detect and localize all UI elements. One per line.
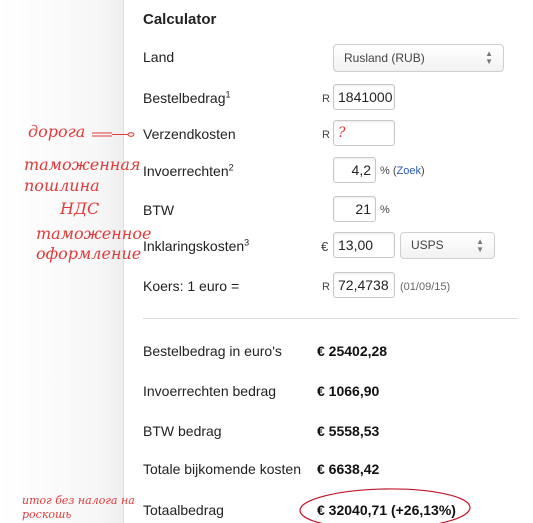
total-highlight-ellipse <box>299 488 471 523</box>
annotation-oform-2: оформление <box>36 244 142 263</box>
arrow-to-verzendkosten <box>92 132 135 137</box>
annotation-doroga: дорога <box>28 122 86 141</box>
annotation-tamozh-1: таможенная <box>24 155 141 174</box>
annotation-itog-1: итог без налога на <box>22 494 135 507</box>
annotation-oform-1: таможенное <box>36 224 152 243</box>
annotation-tamozh-2: пошлина <box>24 176 100 195</box>
annotation-nds: НДС <box>60 199 100 218</box>
annotation-itog-2: роскошь <box>22 508 72 521</box>
